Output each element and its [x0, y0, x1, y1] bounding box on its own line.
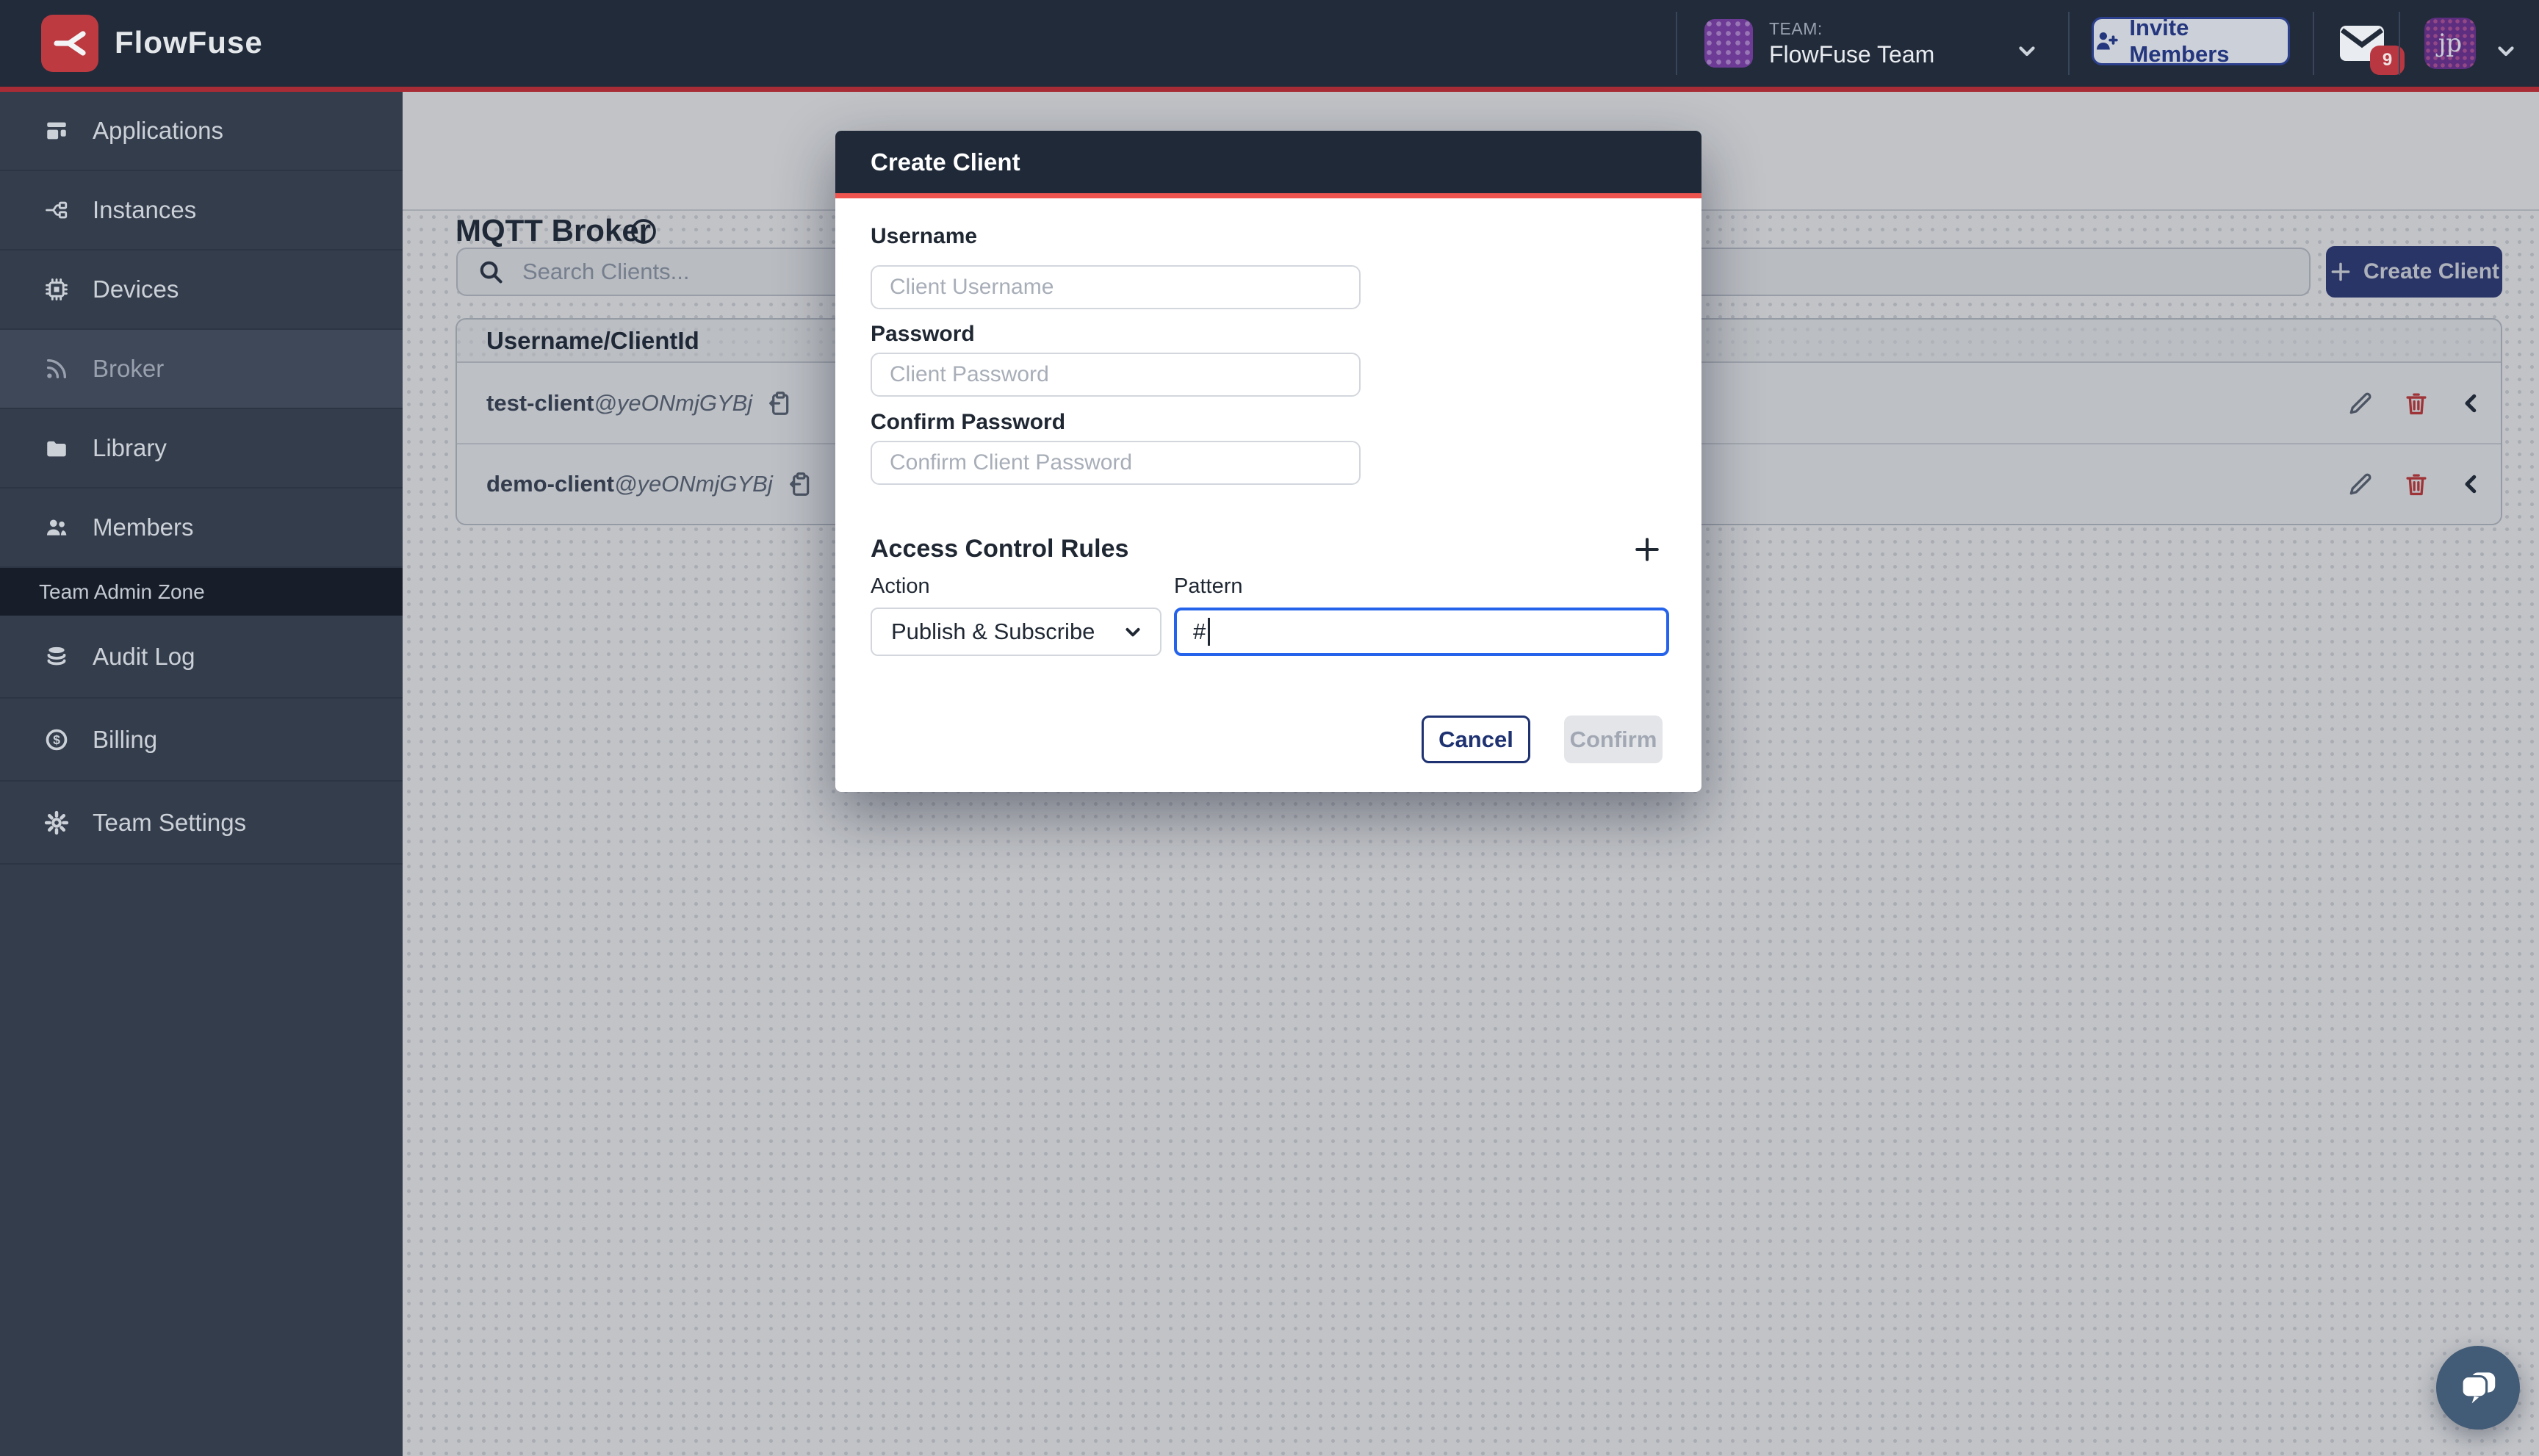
- chat-bubbles-icon: [2455, 1365, 2501, 1410]
- sidebar-item-label: Team Settings: [93, 809, 246, 837]
- sidebar-item-billing[interactable]: $ Billing: [0, 699, 403, 782]
- client-password-input[interactable]: [871, 353, 1361, 397]
- sidebar-nav: Applications Instances Devices Broker: [0, 92, 403, 1456]
- billing-icon: $: [44, 727, 69, 752]
- devices-icon: [44, 277, 69, 302]
- sidebar-item-members[interactable]: Members: [0, 489, 403, 568]
- sidebar-item-applications[interactable]: Applications: [0, 92, 403, 171]
- audit-log-icon: [44, 644, 69, 669]
- flowfuse-app: FlowFuse TEAM: FlowFuse Team Invite Memb…: [0, 0, 2539, 1456]
- sidebar-item-label: Library: [93, 434, 167, 462]
- sidebar-item-label: Members: [93, 513, 194, 541]
- members-icon: [44, 515, 69, 540]
- pattern-label: Pattern: [1174, 574, 1243, 599]
- team-chevron-down-icon[interactable]: [2014, 38, 2039, 63]
- select-chevron-down-icon: [1122, 621, 1144, 643]
- top-navbar: FlowFuse TEAM: FlowFuse Team Invite Memb…: [0, 0, 2539, 92]
- divider: [2399, 12, 2400, 75]
- add-rule-plus-icon[interactable]: [1631, 533, 1663, 566]
- sidebar-item-label: Broker: [93, 355, 164, 383]
- svg-text:$: $: [53, 732, 60, 747]
- instances-icon: [44, 198, 69, 223]
- divider: [1676, 12, 1677, 75]
- team-label: TEAM:: [1769, 19, 1823, 39]
- sidebar-item-broker[interactable]: Broker: [0, 330, 403, 409]
- create-client-modal: Create Client Username Password Confirm …: [835, 131, 1701, 792]
- team-name[interactable]: FlowFuse Team: [1769, 41, 1934, 68]
- sidebar-item-label: Audit Log: [93, 643, 195, 671]
- sidebar-item-library[interactable]: Library: [0, 409, 403, 489]
- gear-icon: [44, 810, 69, 835]
- invite-members-button[interactable]: Invite Members: [2092, 17, 2290, 65]
- sidebar-item-label: Instances: [93, 196, 196, 224]
- user-plus-icon: [2094, 28, 2119, 54]
- sidebar-item-label: Billing: [93, 726, 157, 754]
- user-avatar[interactable]: jp: [2424, 18, 2476, 69]
- folder-icon: [44, 436, 69, 461]
- sidebar-item-label: Applications: [93, 117, 223, 145]
- divider: [2068, 12, 2070, 75]
- team-avatar[interactable]: [1704, 19, 1753, 68]
- user-menu-chevron-down-icon[interactable]: [2493, 38, 2518, 63]
- text-caret: [1208, 618, 1210, 646]
- pattern-input[interactable]: #: [1174, 608, 1669, 656]
- modal-title: Create Client: [835, 131, 1701, 198]
- chat-widget-button[interactable]: [2436, 1346, 2520, 1430]
- username-label: Username: [871, 224, 977, 249]
- action-label: Action: [871, 574, 930, 599]
- pattern-value: #: [1193, 619, 1206, 645]
- sidebar-item-audit-log[interactable]: Audit Log: [0, 616, 403, 699]
- fork-glyph: [52, 26, 87, 61]
- confirm-password-label: Confirm Password: [871, 410, 1065, 435]
- team-admin-zone-label: Team Admin Zone: [0, 568, 403, 616]
- sidebar-item-instances[interactable]: Instances: [0, 171, 403, 251]
- invite-members-label: Invite Members: [2129, 15, 2288, 68]
- brand-title: FlowFuse: [115, 25, 263, 60]
- sidebar-item-label: Devices: [93, 275, 179, 303]
- flowfuse-logo-icon[interactable]: [41, 15, 98, 72]
- applications-icon: [44, 118, 69, 143]
- password-label: Password: [871, 322, 975, 347]
- cancel-button[interactable]: Cancel: [1422, 716, 1530, 763]
- confirm-client-password-input[interactable]: [871, 441, 1361, 485]
- access-control-rules-heading: Access Control Rules: [871, 535, 1128, 563]
- sidebar-item-devices[interactable]: Devices: [0, 251, 403, 330]
- broker-icon: [44, 356, 69, 381]
- client-username-input[interactable]: [871, 265, 1361, 309]
- sidebar-item-team-settings[interactable]: Team Settings: [0, 782, 403, 865]
- action-select[interactable]: Publish & Subscribe: [871, 608, 1162, 656]
- action-select-value: Publish & Subscribe: [891, 619, 1095, 645]
- confirm-button-disabled[interactable]: Confirm: [1564, 716, 1663, 763]
- divider: [2313, 12, 2314, 75]
